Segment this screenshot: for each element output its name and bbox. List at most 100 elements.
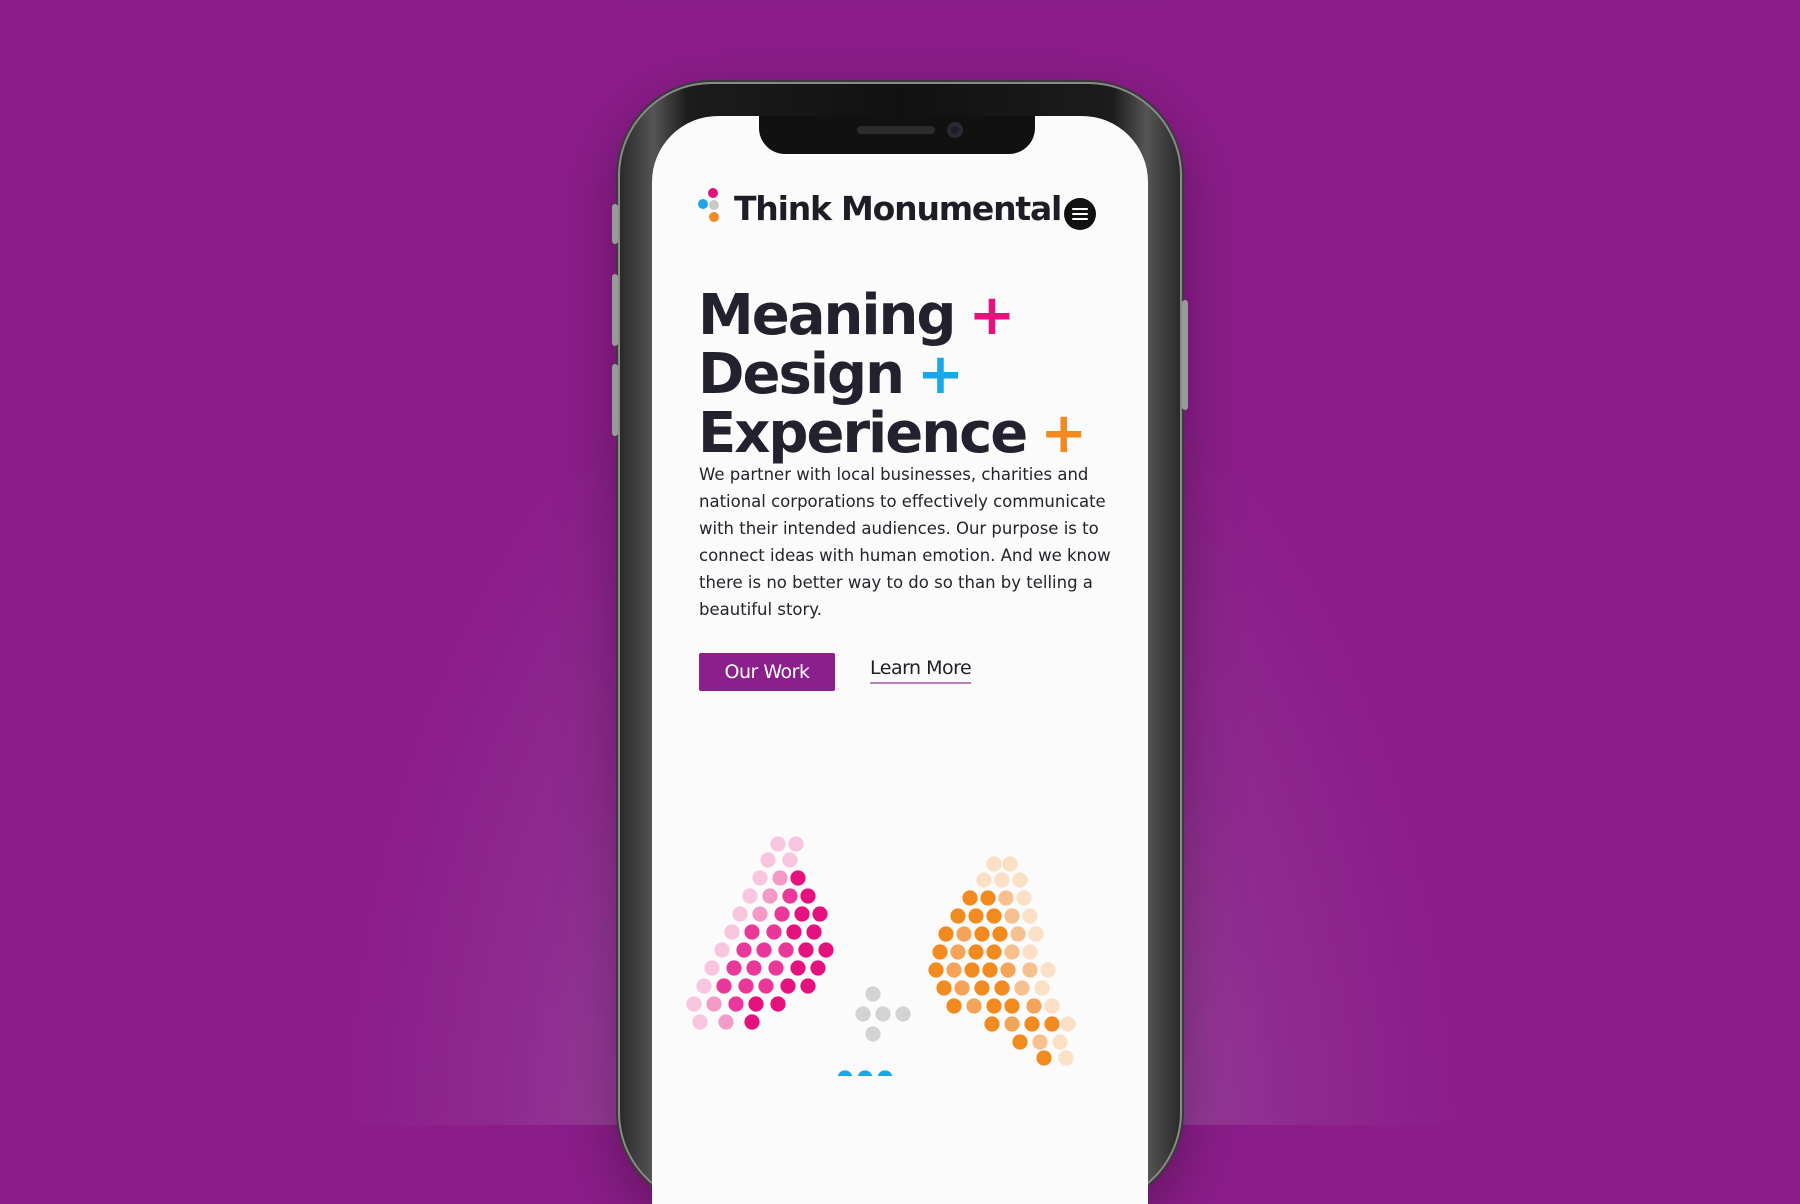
plus-icon-blue: + bbox=[916, 342, 964, 407]
orange-dot bbox=[950, 908, 966, 924]
orange-dot bbox=[1004, 998, 1020, 1014]
orange-dot bbox=[1012, 872, 1028, 888]
orange-dot bbox=[956, 926, 972, 942]
grey-dot bbox=[855, 1006, 871, 1022]
pink-dot bbox=[818, 942, 834, 958]
orange-dot bbox=[994, 872, 1010, 888]
pink-dot bbox=[778, 942, 794, 958]
orange-dot bbox=[938, 926, 954, 942]
orange-dot bbox=[966, 998, 982, 1014]
orange-dot bbox=[984, 1016, 1000, 1032]
phone-screen: Think Monumental Meaning + Design + Experi… bbox=[652, 116, 1148, 1204]
logo-dot-grey bbox=[709, 200, 719, 210]
orange-dot bbox=[962, 890, 978, 906]
pink-dot bbox=[800, 978, 816, 994]
hero-intro-text: We partner with local businesses, charit… bbox=[699, 465, 1111, 619]
orange-dot bbox=[1034, 980, 1050, 996]
pink-dot bbox=[774, 906, 790, 922]
grey-dot bbox=[865, 986, 881, 1002]
pink-dot bbox=[812, 906, 828, 922]
pink-dot bbox=[790, 960, 806, 976]
pink-dot bbox=[758, 978, 774, 994]
pink-dot bbox=[794, 906, 810, 922]
pink-dot bbox=[760, 852, 776, 868]
grey-dot bbox=[865, 1026, 881, 1042]
orange-dot bbox=[1004, 908, 1020, 924]
orange-dot bbox=[1036, 1050, 1052, 1066]
pink-dot bbox=[766, 924, 782, 940]
orange-dot bbox=[1032, 1034, 1048, 1050]
orange-dot bbox=[982, 962, 998, 978]
brand-name: Think Monumental bbox=[734, 188, 1062, 228]
headline-line-design: Design + bbox=[698, 342, 964, 407]
orange-dot bbox=[1022, 944, 1038, 960]
pink-dot bbox=[782, 852, 798, 868]
orange-dot bbox=[1004, 1016, 1020, 1032]
orange-dot bbox=[1026, 998, 1042, 1014]
blue-dot bbox=[837, 1070, 853, 1076]
orange-dot bbox=[1044, 1016, 1060, 1032]
pink-dot bbox=[738, 978, 754, 994]
orange-dot bbox=[992, 926, 1008, 942]
pink-dot bbox=[726, 960, 742, 976]
orange-dot bbox=[1060, 1016, 1076, 1032]
our-work-button[interactable]: Our Work bbox=[699, 653, 835, 691]
pink-dot bbox=[790, 870, 806, 886]
orange-dot bbox=[1052, 1034, 1068, 1050]
pink-dot bbox=[728, 996, 744, 1012]
phone-frame: Think Monumental Meaning + Design + Experi… bbox=[612, 84, 1188, 1204]
pink-dot bbox=[724, 924, 740, 940]
blue-dot bbox=[877, 1070, 893, 1076]
pink-dot bbox=[768, 960, 784, 976]
orange-dot bbox=[1022, 962, 1038, 978]
grey-dot bbox=[895, 1006, 911, 1022]
pink-dot bbox=[732, 906, 748, 922]
pink-dot bbox=[714, 942, 730, 958]
orange-dot bbox=[1016, 890, 1032, 906]
orange-dot bbox=[974, 980, 990, 996]
logo-dot-orange bbox=[709, 212, 719, 222]
pink-dot bbox=[752, 870, 768, 886]
headline-line-experience: Experience + bbox=[698, 401, 1088, 466]
pink-dot bbox=[696, 978, 712, 994]
pink-dot bbox=[706, 996, 722, 1012]
orange-dot bbox=[932, 944, 948, 960]
orange-dot bbox=[1012, 1034, 1028, 1050]
orange-dot bbox=[1002, 856, 1018, 872]
orange-dot bbox=[1004, 944, 1020, 960]
side-button-volume-down bbox=[612, 364, 618, 436]
speaker-grille bbox=[857, 126, 935, 134]
pink-dot bbox=[716, 978, 732, 994]
pink-dot bbox=[770, 836, 786, 852]
pink-dot-cluster bbox=[686, 836, 834, 1030]
orange-dot bbox=[994, 980, 1010, 996]
orange-dot bbox=[968, 908, 984, 924]
pink-dot bbox=[704, 960, 720, 976]
orange-dot bbox=[986, 856, 1002, 872]
hero-headline: Meaning + Design + Experience + bbox=[698, 286, 1087, 463]
side-button-volume-up bbox=[612, 274, 618, 346]
pink-dot bbox=[752, 906, 768, 922]
orange-dot bbox=[1022, 908, 1038, 924]
front-camera bbox=[947, 122, 963, 138]
orange-dot bbox=[998, 890, 1014, 906]
pink-dot bbox=[718, 1014, 734, 1030]
learn-more-link[interactable]: Learn More bbox=[870, 657, 972, 684]
blue-dot bbox=[857, 1070, 873, 1076]
orange-dot bbox=[974, 926, 990, 942]
plus-icon-orange: + bbox=[1040, 401, 1088, 466]
site-logo[interactable]: Think Monumental bbox=[698, 188, 1062, 228]
logo-dot-blue bbox=[698, 199, 708, 209]
pink-dot bbox=[782, 888, 798, 904]
orange-dot bbox=[986, 908, 1002, 924]
hamburger-menu-icon[interactable] bbox=[1064, 198, 1096, 230]
dots-logo-icon bbox=[698, 188, 728, 228]
orange-dot bbox=[986, 998, 1002, 1014]
notch bbox=[759, 116, 1035, 154]
orange-dot bbox=[986, 944, 1002, 960]
pink-dot bbox=[744, 924, 760, 940]
orange-dot bbox=[1010, 926, 1026, 942]
grey-dot-cluster bbox=[855, 986, 911, 1042]
pink-dot bbox=[742, 888, 758, 904]
orange-dot-cluster bbox=[928, 856, 1076, 1066]
